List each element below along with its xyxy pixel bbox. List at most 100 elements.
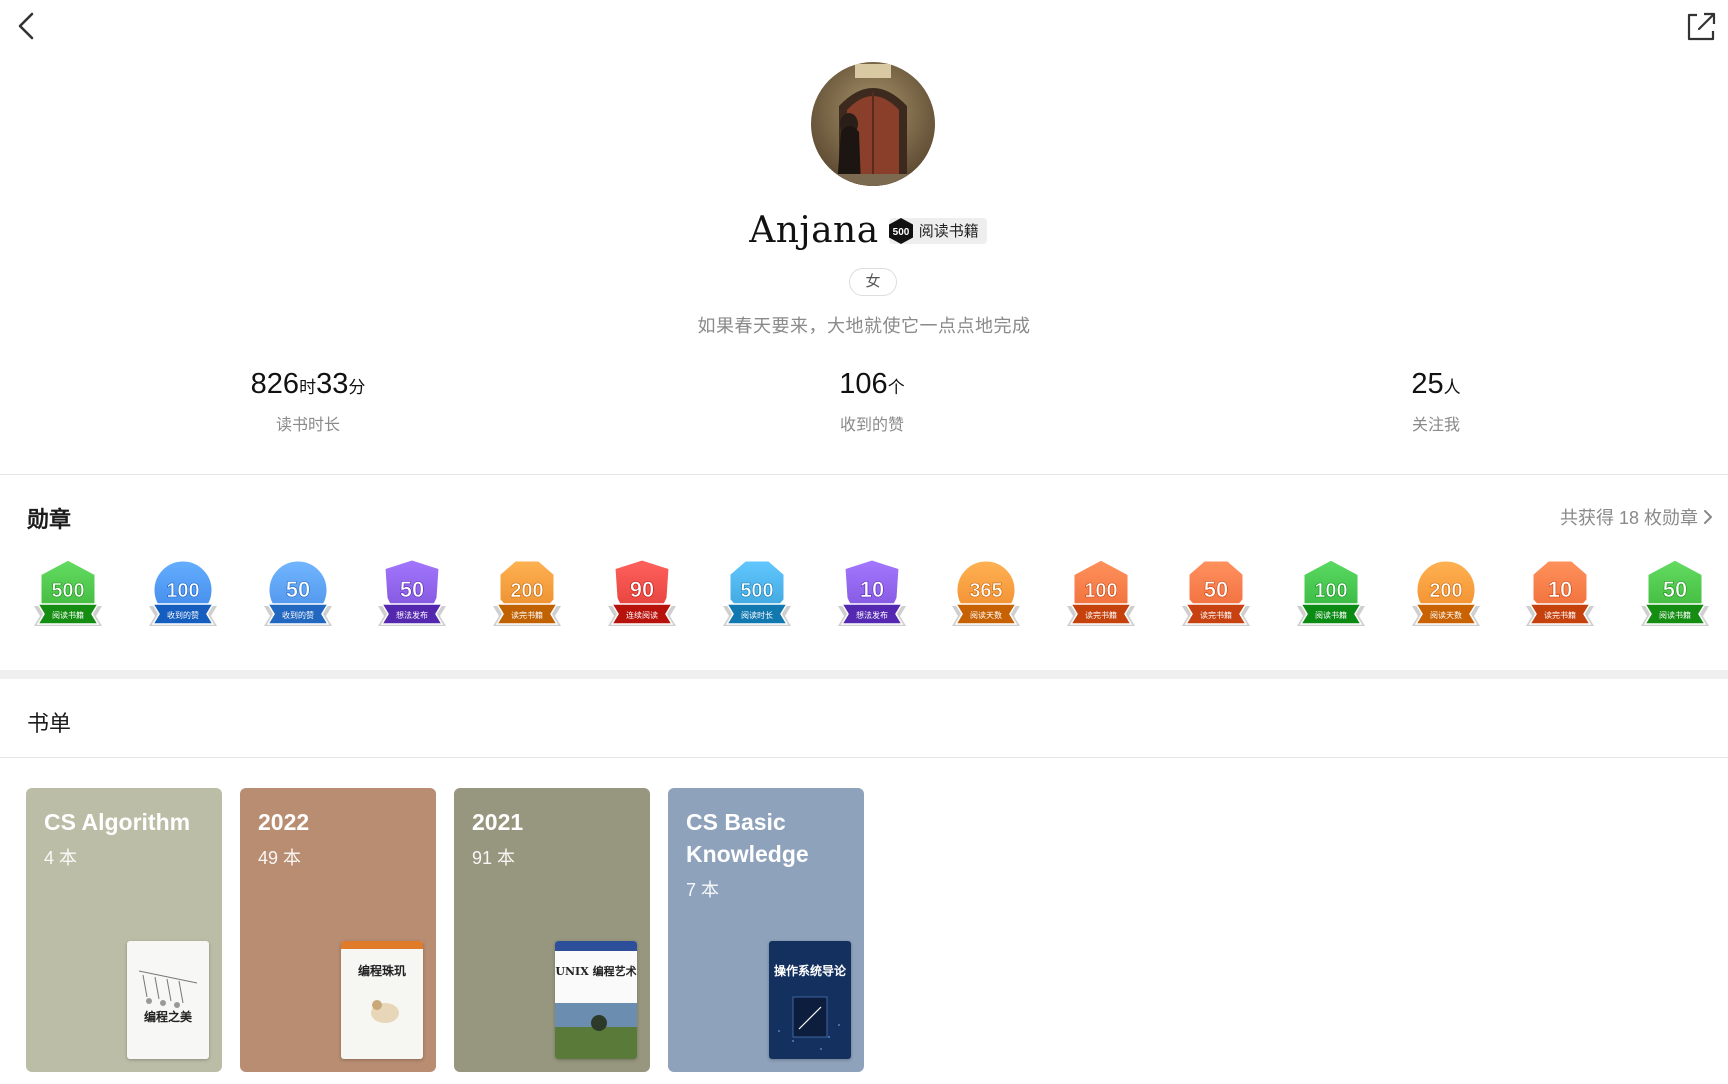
medal-number: 90 <box>630 577 654 602</box>
medal-item[interactable]: 50 阅读书籍 <box>1639 556 1711 632</box>
share-button[interactable] <box>1682 6 1718 46</box>
medal-number: 100 <box>1314 580 1347 602</box>
medal-label: 想法发布 <box>396 610 428 620</box>
medal-label: 阅读天数 <box>1430 610 1462 620</box>
divider <box>0 757 1728 758</box>
medal-number: 50 <box>285 577 309 602</box>
stat-likes[interactable]: 106个 收到的赞 <box>722 368 1022 435</box>
medal-item[interactable]: 10 读完书籍 <box>1524 556 1596 632</box>
stat-reading-time[interactable]: 826时33分 读书时长 <box>158 368 458 435</box>
read-books-badge[interactable]: 500 阅读书籍 <box>888 217 987 244</box>
medal-item[interactable]: 365 阅读天数 <box>950 556 1022 632</box>
name-row: Anjana 500 阅读书籍 <box>0 210 1728 254</box>
medal-icon: 100 读完书籍 <box>1067 557 1136 626</box>
medal-number: 10 <box>1548 577 1572 602</box>
medal-item[interactable]: 90 连续阅读 <box>606 556 678 632</box>
booklist-card[interactable]: 2022 49 本编程珠玑 <box>240 788 436 1072</box>
top-bar <box>0 0 1728 60</box>
medal-icon: 100 收到的赞 <box>148 558 217 626</box>
back-button[interactable] <box>10 6 46 46</box>
medal-label: 阅读书籍 <box>52 610 84 620</box>
medal-number: 500 <box>51 580 84 602</box>
booklist-title: CS Basic Knowledge <box>686 809 809 867</box>
stat-label: 收到的赞 <box>839 417 904 434</box>
booklist-card[interactable]: CS Algorithm 4 本编程之美 <box>26 788 222 1072</box>
book-cover-title: 编程珠玑 <box>357 963 406 978</box>
book-cover: 编程珠玑 <box>341 941 423 1059</box>
booklists-title: 书单 <box>27 711 72 736</box>
medal-icon: 10 读完书籍 <box>1526 558 1595 626</box>
booklist-count: 4 本 <box>44 848 78 868</box>
medal-label: 阅读时长 <box>741 610 773 620</box>
medal-icon: 90 连续阅读 <box>608 557 676 626</box>
medal-item[interactable]: 50 读完书籍 <box>1180 556 1252 632</box>
medal-icon: 50 收到的赞 <box>263 558 332 626</box>
chevron-right-icon <box>1704 510 1713 524</box>
medal-item[interactable]: 200 读完书籍 <box>491 556 563 632</box>
medal-item[interactable]: 200 阅读天数 <box>1410 556 1482 632</box>
motto: 如果春天要来，大地就使它一点点地完成 <box>697 316 1031 336</box>
medal-item[interactable]: 500 阅读时长 <box>721 556 793 632</box>
book-cover: UNIX 编程艺术 <box>555 941 637 1059</box>
read-badge-label: 阅读书籍 <box>918 223 979 240</box>
medal-label: 阅读书籍 <box>1315 610 1347 620</box>
medal-icon: 200 阅读天数 <box>1411 558 1480 626</box>
medal-item[interactable]: 50 想法发布 <box>376 556 448 632</box>
medal-item[interactable]: 100 读完书籍 <box>1065 556 1137 632</box>
section-separator <box>0 670 1728 679</box>
medal-icon: 500 阅读书籍 <box>34 557 102 626</box>
medal-item[interactable]: 50 收到的赞 <box>262 556 334 632</box>
book-cover: 操作系统导论 <box>769 941 851 1059</box>
stat-label: 读书时长 <box>275 417 340 434</box>
medal-label: 读完书籍 <box>1200 610 1232 620</box>
medal-number: 50 <box>400 577 424 602</box>
medal-number: 200 <box>511 580 544 602</box>
medal-label: 想法发布 <box>856 610 888 620</box>
booklist-card[interactable]: 2021 91 本 UNIX 编程艺术 <box>454 788 650 1072</box>
medal-number: 500 <box>740 580 773 602</box>
medal-label: 收到的赞 <box>282 610 314 620</box>
stat-followers[interactable]: 25人 关注我 <box>1286 368 1586 435</box>
divider <box>0 474 1728 475</box>
medal-number: 50 <box>1204 577 1228 602</box>
booklist-count: 91 本 <box>472 848 516 868</box>
medal-item[interactable]: 100 收到的赞 <box>147 556 219 632</box>
book-cover-title: 编程之美 <box>143 1009 193 1024</box>
medal-label: 收到的赞 <box>167 610 199 620</box>
medal-item[interactable]: 500 阅读书籍 <box>32 556 104 632</box>
medal-icon: 500 阅读时长 <box>722 558 791 626</box>
hexagon-badge-icon: 500 <box>888 217 913 244</box>
stat-value: 25人 <box>1411 368 1461 400</box>
medal-item[interactable]: 100 阅读书籍 <box>1295 556 1367 632</box>
medal-item[interactable]: 10 想法发布 <box>836 556 908 632</box>
stat-value: 106个 <box>839 368 905 400</box>
medal-icon: 200 读完书籍 <box>493 558 562 626</box>
booklist-card[interactable]: CS Basic Knowledge 7 本操作系统导论 <box>668 788 864 1072</box>
medal-label: 读完书籍 <box>511 610 543 620</box>
medal-icon: 50 想法发布 <box>378 557 447 626</box>
medals-row: 500 阅读书籍 100 收到的赞 50 收到的赞 50 想法发布 200 读完书籍 90 连续阅读 5… <box>0 556 1728 636</box>
book-cover: 编程之美 <box>127 941 209 1059</box>
medal-number: 100 <box>166 580 199 602</box>
medal-number: 200 <box>1429 580 1462 602</box>
external-link-icon <box>1687 12 1716 41</box>
read-badge-number: 500 <box>892 227 909 238</box>
medal-label: 阅读天数 <box>970 610 1002 620</box>
book-cover-title: UNIX 编程艺术 <box>555 964 636 978</box>
medal-icon: 10 想法发布 <box>837 557 906 626</box>
booklist-title: CS Algorithm <box>44 809 191 835</box>
medal-icon: 50 读完书籍 <box>1182 558 1250 626</box>
medal-label: 读完书籍 <box>1085 610 1117 620</box>
medal-number: 100 <box>1085 580 1118 602</box>
medal-number: 365 <box>970 580 1003 602</box>
medal-icon: 100 阅读书籍 <box>1296 557 1365 626</box>
medals-summary-link[interactable]: 共获得 18 枚勋章 <box>1560 504 1720 530</box>
gender-tag: 女 <box>849 268 897 296</box>
avatar[interactable] <box>811 62 935 186</box>
book-cover-title: 操作系统导论 <box>774 963 847 978</box>
stat-value: 826时33分 <box>250 368 366 400</box>
medal-icon: 365 阅读天数 <box>952 558 1021 626</box>
booklist-title: 2022 <box>258 809 310 835</box>
booklist-title: 2021 <box>472 809 524 835</box>
medal-label: 连续阅读 <box>626 610 658 620</box>
